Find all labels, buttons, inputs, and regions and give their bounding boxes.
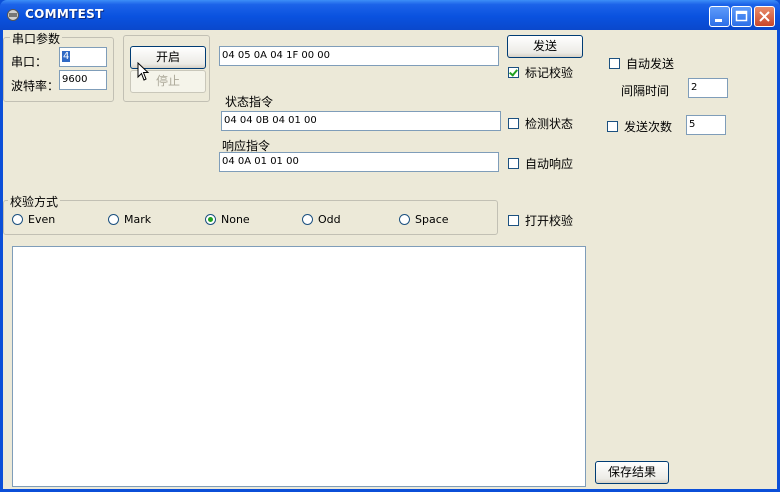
close-icon — [759, 11, 770, 22]
status-command-input[interactable]: 04 04 0B 04 01 00 — [221, 111, 501, 131]
parity-odd-radio[interactable]: Odd — [302, 213, 341, 226]
checkbox-box — [609, 58, 620, 69]
serial-params-title: 串口参数 — [10, 30, 63, 47]
save-result-button[interactable]: 保存结果 — [595, 461, 669, 484]
send-button[interactable]: 发送 — [507, 35, 583, 58]
close-button[interactable] — [754, 6, 775, 27]
open-check-checkbox[interactable]: 打开校验 — [508, 212, 573, 229]
send-count-checkbox[interactable]: 发送次数 — [607, 118, 672, 135]
send-count-label: 发送次数 — [624, 120, 673, 134]
radio-dot — [399, 214, 410, 225]
radio-dot-selected — [205, 214, 216, 225]
radio-dot — [302, 214, 313, 225]
parity-odd-label: Odd — [318, 213, 341, 226]
minimize-icon — [715, 19, 722, 22]
radio-dot — [12, 214, 23, 225]
checkbox-box — [508, 158, 519, 169]
parity-none-radio[interactable]: None — [205, 213, 250, 226]
open-check-label: 打开校验 — [525, 214, 574, 228]
send-count-input[interactable]: 5 — [686, 115, 726, 135]
output-textarea[interactable] — [12, 246, 586, 487]
radio-dot — [108, 214, 119, 225]
mark-check-checkbox[interactable]: 标记校验 — [508, 64, 573, 81]
parity-even-radio[interactable]: Even — [12, 213, 55, 226]
app-icon — [7, 9, 19, 21]
parity-mark-label: Mark — [124, 213, 152, 226]
mark-check-label: 标记校验 — [525, 66, 574, 80]
auto-send-checkbox[interactable]: 自动发送 — [609, 55, 674, 72]
parity-even-label: Even — [28, 213, 56, 226]
interval-label: 间隔时间 — [621, 84, 670, 98]
auto-response-checkbox[interactable]: 自动响应 — [508, 155, 573, 172]
interval-input[interactable]: 2 — [688, 78, 728, 98]
port-label: 串口： — [11, 55, 48, 69]
parity-mark-radio[interactable]: Mark — [108, 213, 151, 226]
checkbox-box — [508, 67, 519, 78]
parity-space-label: Space — [415, 213, 449, 226]
auto-send-label: 自动发送 — [626, 57, 675, 71]
maximize-button[interactable] — [731, 6, 752, 27]
parity-none-label: None — [221, 213, 250, 226]
checkbox-box — [607, 121, 618, 132]
client-area: 串口参数 串口： 4 波特率： 9600 开启 停止 04 05 0A 04 1… — [3, 30, 777, 489]
title-bar[interactable]: COMMTEST — [0, 0, 780, 30]
checkbox-box — [508, 118, 519, 129]
parity-space-radio[interactable]: Space — [399, 213, 449, 226]
app-window: COMMTEST 串口参数 串口： 4 波特率： 9600 开启 停止 04 0… — [0, 0, 780, 492]
baud-label: 波特率： — [11, 79, 60, 93]
auto-response-label: 自动响应 — [525, 157, 574, 171]
baud-input[interactable]: 9600 — [59, 70, 107, 90]
minimize-button[interactable] — [709, 6, 730, 27]
maximize-icon — [735, 10, 748, 22]
port-input[interactable]: 4 — [59, 47, 107, 67]
window-title: COMMTEST — [25, 7, 104, 21]
detect-status-label: 检测状态 — [525, 117, 574, 131]
send-command-input[interactable]: 04 05 0A 04 1F 00 00 — [219, 46, 499, 66]
mouse-cursor-icon — [137, 62, 150, 81]
response-command-input[interactable]: 04 0A 01 01 00 — [219, 152, 499, 172]
checkbox-box — [508, 215, 519, 226]
port-value: 4 — [62, 51, 71, 62]
status-command-label: 状态指令 — [225, 95, 274, 109]
parity-title: 校验方式 — [8, 193, 61, 210]
detect-status-checkbox[interactable]: 检测状态 — [508, 115, 573, 132]
